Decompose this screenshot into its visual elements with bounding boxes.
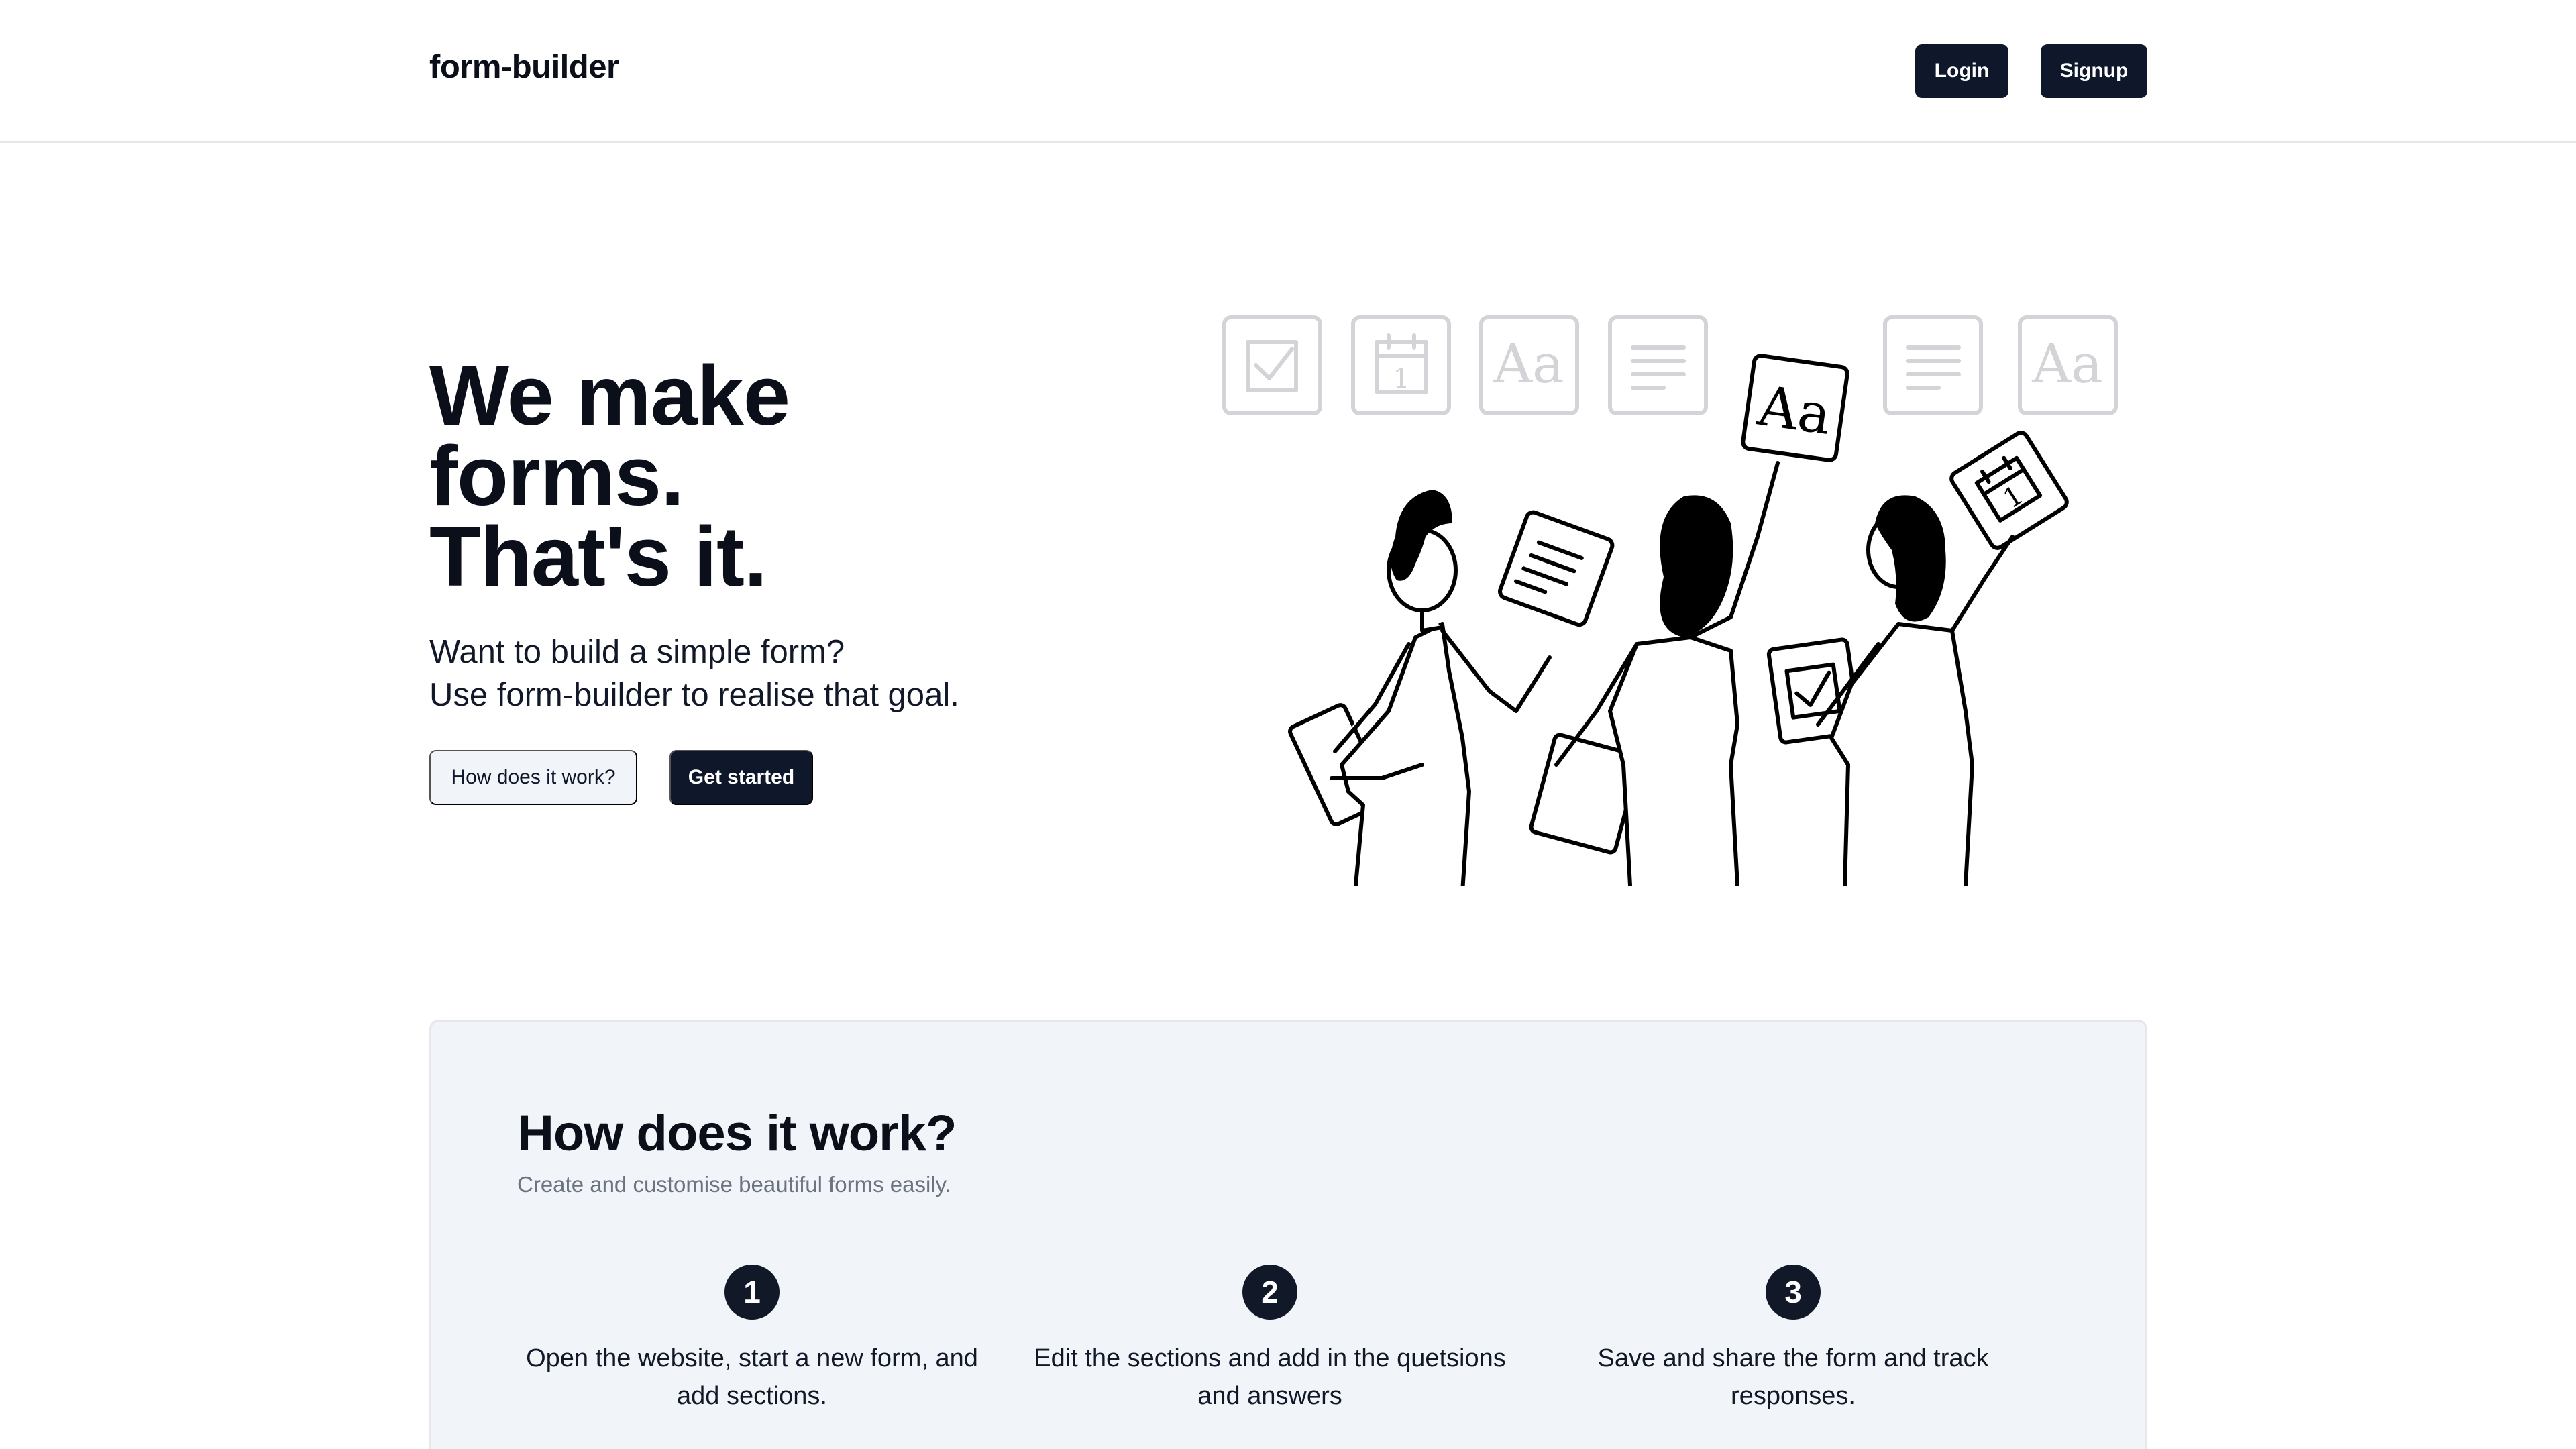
how-it-works-section: How does it work? Create and customise b…	[429, 1020, 2147, 1449]
step-description: Save and share the form and track respon…	[1597, 1344, 1989, 1410]
login-button[interactable]: Login	[1915, 44, 2008, 98]
top-navbar: form-builder Login Signup	[0, 0, 2576, 143]
held-aa-card: Aa	[1741, 354, 1849, 462]
section-subtitle: Create and customise beautiful forms eas…	[517, 1172, 951, 1197]
checkbox-icon	[1222, 315, 1322, 415]
hero-illustration: 1 Aa Aa Aa 1	[1222, 315, 2118, 885]
signup-button[interactable]: Signup	[2041, 44, 2147, 98]
section-title: How does it work?	[517, 1105, 957, 1162]
calendar-day-text: 1	[1393, 364, 1409, 394]
hero-subtitle-line: Want to build a simple form?	[429, 634, 845, 670]
step-description: Open the website, start a new form, and …	[526, 1344, 978, 1410]
hero-subtitle: Want to build a simple form? Use form-bu…	[429, 631, 959, 716]
held-calendar-card: 1	[1949, 431, 2069, 550]
step-number-badge: 1	[724, 1265, 780, 1320]
tile-aa-text: Aa	[2031, 333, 2102, 395]
step-number-badge: 2	[1242, 1265, 1297, 1320]
step-3: 3 Save and share the form and track resp…	[1558, 1265, 2028, 1415]
how-it-works-button[interactable]: How does it work?	[429, 750, 637, 805]
hero-title-line: That's it.	[429, 509, 767, 604]
get-started-button[interactable]: Get started	[669, 750, 813, 805]
paragraph-icon	[1608, 315, 1708, 415]
step-description: Edit the sections and add in the quetsio…	[1034, 1344, 1506, 1410]
paragraph-icon	[1883, 315, 1983, 415]
held-aa-text: Aa	[1754, 374, 1835, 447]
text-aa-icon: Aa	[2018, 315, 2118, 415]
hero-title-line: forms.	[429, 429, 684, 523]
hero-title: We make forms. That's it.	[429, 348, 790, 604]
hero-title-line: We make	[429, 348, 790, 443]
text-aa-icon: Aa	[1479, 315, 1579, 415]
hero-subtitle-line: Use form-builder to realise that goal.	[429, 677, 959, 713]
step-1: 1 Open the website, start a new form, an…	[517, 1265, 987, 1415]
held-paragraph-card	[1498, 510, 1615, 627]
step-number-badge: 3	[1766, 1265, 1821, 1320]
step-2: 2 Edit the sections and add in the quets…	[1022, 1265, 1518, 1415]
brand-logo[interactable]: form-builder	[429, 48, 619, 86]
tile-aa-text: Aa	[1493, 333, 1564, 395]
calendar-icon: 1	[1351, 315, 1451, 415]
